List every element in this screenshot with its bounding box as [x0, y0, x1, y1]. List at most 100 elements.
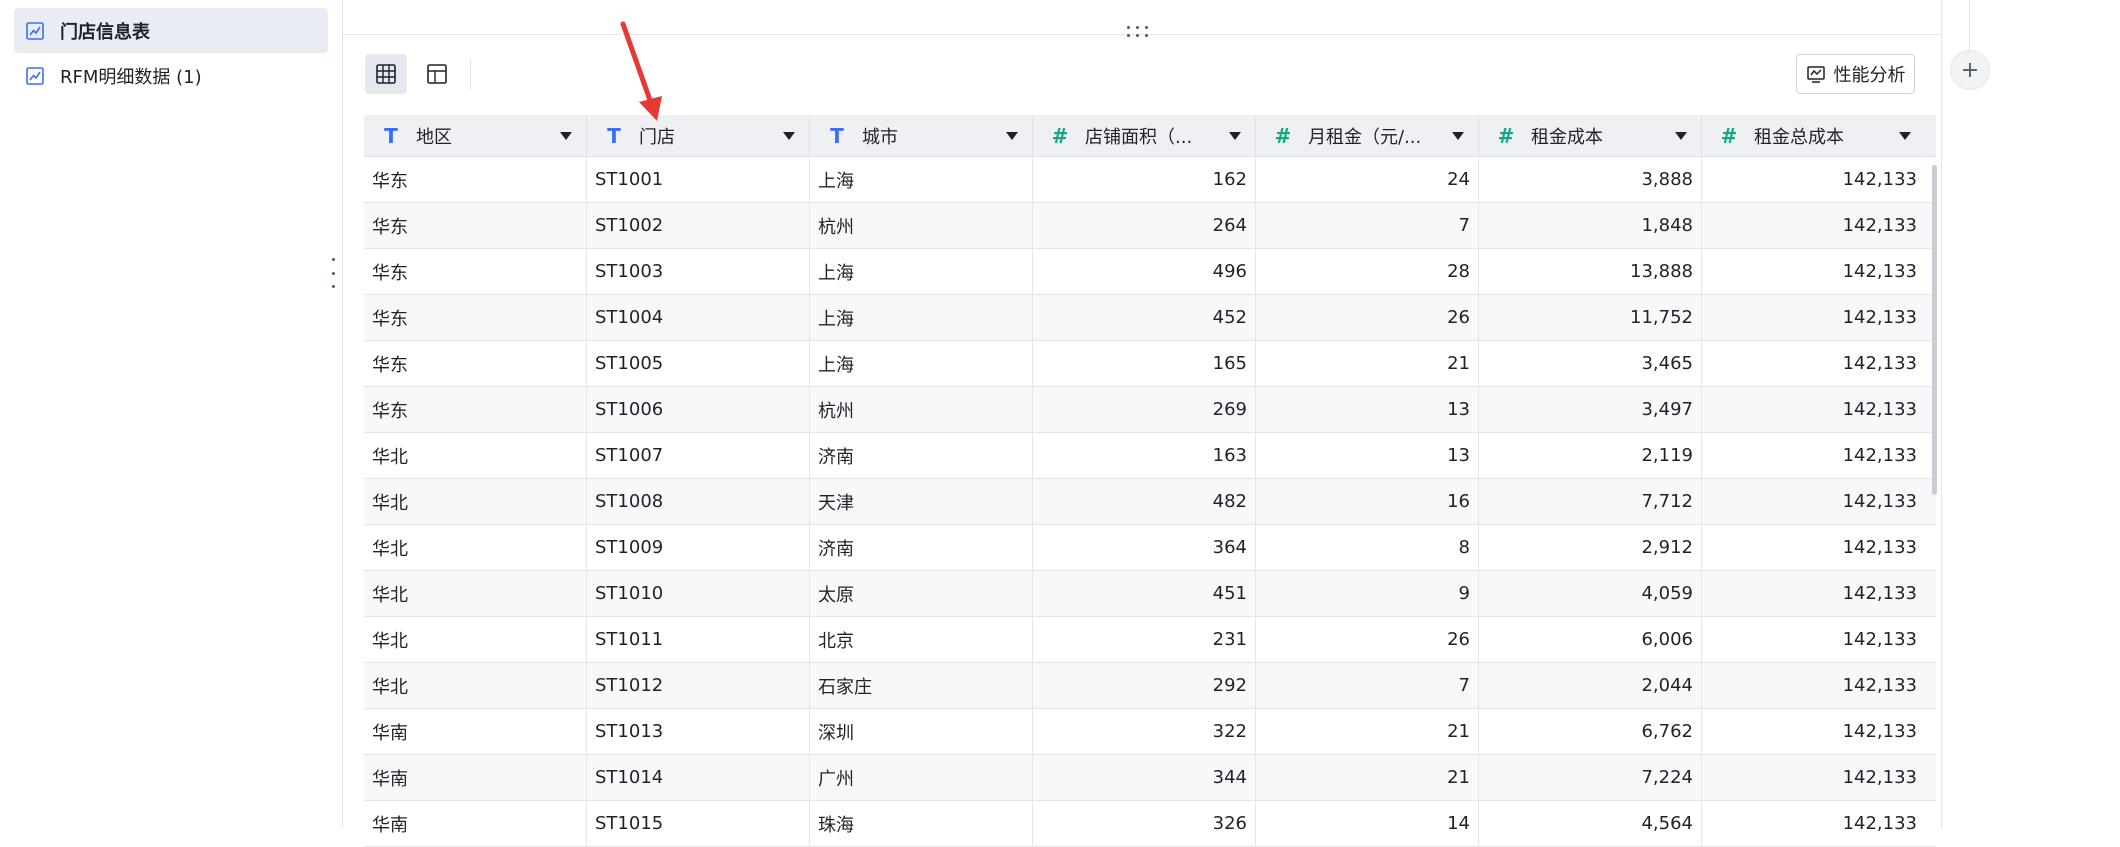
table-cell[interactable]: ST1015 [587, 801, 810, 846]
table-cell[interactable]: 6,762 [1479, 709, 1702, 754]
table-cell[interactable]: 7 [1256, 203, 1479, 248]
table-cell[interactable]: 华东 [364, 295, 587, 340]
chevron-down-icon[interactable] [560, 131, 572, 140]
table-cell[interactable]: 13 [1256, 387, 1479, 432]
table-cell[interactable]: 华北 [364, 525, 587, 570]
table-cell[interactable]: ST1003 [587, 249, 810, 294]
table-row[interactable]: 华东 ST1003 上海 496 28 13,888 142,133 [364, 249, 1936, 295]
performance-analysis-button[interactable]: 性能分析 [1796, 54, 1915, 94]
table-cell[interactable]: 11,752 [1479, 295, 1702, 340]
table-cell[interactable]: ST1002 [587, 203, 810, 248]
column-header[interactable]: T 地区 [364, 115, 587, 156]
table-cell[interactable]: 142,133 [1702, 249, 1925, 294]
table-cell[interactable]: 上海 [810, 249, 1033, 294]
table-cell[interactable]: 2,912 [1479, 525, 1702, 570]
table-cell[interactable]: 华南 [364, 755, 587, 800]
table-cell[interactable]: 142,133 [1702, 525, 1925, 570]
column-header[interactable]: # 租金总成本 [1702, 115, 1925, 156]
table-cell[interactable]: 142,133 [1702, 387, 1925, 432]
column-header[interactable]: # 月租金（元/... [1256, 115, 1479, 156]
table-cell[interactable]: 华东 [364, 249, 587, 294]
table-cell[interactable]: 上海 [810, 157, 1033, 202]
sidebar-item-store-info[interactable]: 门店信息表 [14, 8, 328, 53]
table-cell[interactable]: 364 [1033, 525, 1256, 570]
table-cell[interactable]: 济南 [810, 525, 1033, 570]
table-cell[interactable]: ST1009 [587, 525, 810, 570]
table-cell[interactable]: 华北 [364, 617, 587, 662]
table-cell[interactable]: 杭州 [810, 203, 1033, 248]
table-cell[interactable]: 21 [1256, 755, 1479, 800]
table-cell[interactable]: 269 [1033, 387, 1256, 432]
table-cell[interactable]: ST1008 [587, 479, 810, 524]
table-cell[interactable]: ST1012 [587, 663, 810, 708]
column-header[interactable]: T 门店 [587, 115, 810, 156]
table-cell[interactable]: 496 [1033, 249, 1256, 294]
table-cell[interactable]: 上海 [810, 295, 1033, 340]
table-cell[interactable]: 142,133 [1702, 157, 1925, 202]
table-cell[interactable]: 264 [1033, 203, 1256, 248]
vertical-scrollbar[interactable] [1932, 165, 1937, 495]
table-cell[interactable]: 142,133 [1702, 203, 1925, 248]
table-cell[interactable]: 上海 [810, 341, 1033, 386]
table-cell[interactable]: ST1007 [587, 433, 810, 478]
table-cell[interactable]: 北京 [810, 617, 1033, 662]
table-row[interactable]: 华北 ST1010 太原 451 9 4,059 142,133 [364, 571, 1936, 617]
table-cell[interactable]: 华南 [364, 709, 587, 754]
table-cell[interactable]: 珠海 [810, 801, 1033, 846]
table-cell[interactable]: 4,564 [1479, 801, 1702, 846]
table-cell[interactable]: ST1004 [587, 295, 810, 340]
table-row[interactable]: 华南 ST1014 广州 344 21 7,224 142,133 [364, 755, 1936, 801]
table-cell[interactable]: 华东 [364, 203, 587, 248]
layout-view-button[interactable] [416, 54, 458, 94]
table-cell[interactable]: 142,133 [1702, 755, 1925, 800]
table-cell[interactable]: 26 [1256, 617, 1479, 662]
table-row[interactable]: 华东 ST1004 上海 452 26 11,752 142,133 [364, 295, 1936, 341]
add-button[interactable]: + [1950, 50, 1990, 90]
table-cell[interactable]: 14 [1256, 801, 1479, 846]
table-cell[interactable]: 13,888 [1479, 249, 1702, 294]
sidebar-item-rfm-detail[interactable]: RFM明细数据 (1) [14, 53, 328, 98]
table-cell[interactable]: 天津 [810, 479, 1033, 524]
table-cell[interactable]: 济南 [810, 433, 1033, 478]
table-cell[interactable]: 华南 [364, 801, 587, 846]
table-cell[interactable]: 7,224 [1479, 755, 1702, 800]
table-cell[interactable]: 165 [1033, 341, 1256, 386]
drag-handle-icon[interactable] [1127, 26, 1153, 40]
table-cell[interactable]: ST1014 [587, 755, 810, 800]
table-row[interactable]: 华北 ST1008 天津 482 16 7,712 142,133 [364, 479, 1936, 525]
table-cell[interactable]: 344 [1033, 755, 1256, 800]
table-cell[interactable]: 142,133 [1702, 341, 1925, 386]
table-cell[interactable]: 3,497 [1479, 387, 1702, 432]
table-cell[interactable]: 石家庄 [810, 663, 1033, 708]
table-cell[interactable]: 华北 [364, 433, 587, 478]
table-cell[interactable]: 142,133 [1702, 571, 1925, 616]
table-row[interactable]: 华东 ST1002 杭州 264 7 1,848 142,133 [364, 203, 1936, 249]
table-cell[interactable]: 深圳 [810, 709, 1033, 754]
table-cell[interactable]: 16 [1256, 479, 1479, 524]
table-cell[interactable]: ST1013 [587, 709, 810, 754]
table-cell[interactable]: 163 [1033, 433, 1256, 478]
table-cell[interactable]: 太原 [810, 571, 1033, 616]
table-cell[interactable]: 2,044 [1479, 663, 1702, 708]
table-cell[interactable]: 华东 [364, 157, 587, 202]
table-row[interactable]: 华南 ST1015 珠海 326 14 4,564 142,133 [364, 801, 1936, 847]
table-cell[interactable]: 142,133 [1702, 663, 1925, 708]
table-cell[interactable]: 7,712 [1479, 479, 1702, 524]
table-cell[interactable]: 华北 [364, 571, 587, 616]
chevron-down-icon[interactable] [1899, 131, 1911, 140]
table-row[interactable]: 华北 ST1011 北京 231 26 6,006 142,133 [364, 617, 1936, 663]
chevron-down-icon[interactable] [1452, 131, 1464, 140]
table-cell[interactable]: 广州 [810, 755, 1033, 800]
chevron-down-icon[interactable] [1229, 131, 1241, 140]
table-cell[interactable]: 21 [1256, 341, 1479, 386]
table-cell[interactable]: 142,133 [1702, 801, 1925, 846]
table-cell[interactable]: 华北 [364, 479, 587, 524]
table-cell[interactable]: 9 [1256, 571, 1479, 616]
table-cell[interactable]: 6,006 [1479, 617, 1702, 662]
table-row[interactable]: 华东 ST1001 上海 162 24 3,888 142,133 [364, 157, 1936, 203]
table-row[interactable]: 华北 ST1009 济南 364 8 2,912 142,133 [364, 525, 1936, 571]
table-cell[interactable]: 13 [1256, 433, 1479, 478]
table-cell[interactable]: 21 [1256, 709, 1479, 754]
table-row[interactable]: 华东 ST1005 上海 165 21 3,465 142,133 [364, 341, 1936, 387]
column-header[interactable]: T 城市 [810, 115, 1033, 156]
